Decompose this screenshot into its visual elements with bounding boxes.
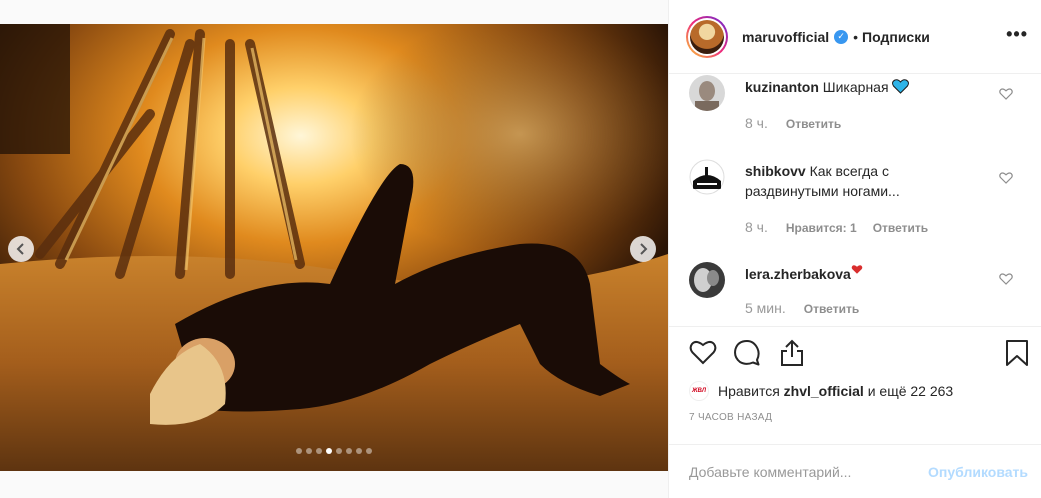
comment-input[interactable] [689, 463, 929, 480]
like-comment-button[interactable] [999, 272, 1013, 290]
carousel-dot [306, 448, 312, 454]
carousel-dot [336, 448, 342, 454]
author-username[interactable]: maruvofficial [742, 29, 829, 45]
comment-button[interactable] [733, 339, 761, 372]
next-slide-button[interactable] [630, 236, 656, 262]
verified-badge-icon: ✓ [834, 29, 849, 44]
comment-bubble-icon [734, 340, 760, 366]
post-page: maruvofficial ✓ • Подписки ••• kuzinanto… [0, 0, 1041, 498]
chevron-right-icon [640, 243, 648, 255]
reply-button[interactable]: Ответить [786, 117, 841, 131]
liker-username[interactable]: zhvl_official [784, 383, 864, 399]
carousel-dot [296, 448, 302, 454]
comment-likes-link[interactable]: Нравится: 1 [786, 221, 857, 235]
previous-slide-button[interactable] [8, 236, 34, 262]
post-timestamp[interactable]: 7 ЧАСОВ НАЗАД [689, 412, 772, 423]
comments-list: kuzinanton Шикарная 8 ч. Ответить shibko… [669, 75, 1041, 325]
likes-summary: ЖВЛ Нравится zhvl_official и ещё 22 263 [689, 381, 953, 401]
liker-avatar[interactable]: ЖВЛ [689, 381, 709, 401]
commenter-avatar[interactable] [689, 75, 725, 111]
red-heart-icon [851, 265, 863, 274]
comment-time[interactable]: 5 мин. [745, 300, 786, 316]
comment-time[interactable]: 8 ч. [745, 219, 768, 235]
like-comment-button[interactable] [999, 171, 1013, 189]
carousel-dot [346, 448, 352, 454]
heart-outline-icon [999, 88, 1013, 100]
post-header: maruvofficial ✓ • Подписки ••• [669, 0, 1041, 74]
comment-meta: 5 мин. Ответить [745, 300, 875, 316]
reply-button[interactable]: Ответить [873, 221, 928, 235]
following-button[interactable]: Подписки [862, 29, 930, 45]
action-bar [669, 326, 1041, 386]
commenter-avatar[interactable] [689, 262, 725, 298]
heart-icon [689, 341, 717, 365]
bookmark-icon [1006, 340, 1028, 366]
save-button[interactable] [1005, 339, 1029, 372]
likes-prefix: Нравится [718, 383, 780, 399]
comment-meta: 8 ч. Нравится: 1 Ответить [745, 219, 944, 235]
comment-meta: 8 ч. Ответить [745, 115, 857, 131]
like-comment-button[interactable] [999, 87, 1013, 105]
post-photo[interactable] [0, 24, 668, 471]
comment-time[interactable]: 8 ч. [745, 115, 768, 131]
author-avatar-image [690, 19, 724, 54]
add-comment-bar: Опубликовать [669, 444, 1041, 498]
carousel-dot [326, 448, 332, 454]
share-icon [781, 339, 803, 366]
comment-text: Шикарная [822, 79, 889, 95]
publish-button[interactable]: Опубликовать [928, 464, 1028, 480]
comment-username[interactable]: kuzinanton [745, 79, 819, 95]
comment-username[interactable]: lera.zherbakova [745, 266, 851, 282]
bonfire-photo [0, 24, 668, 471]
carousel-dot [316, 448, 322, 454]
carousel-indicator [0, 448, 668, 454]
likes-count[interactable]: и ещё 22 263 [868, 383, 954, 399]
carousel-dot [356, 448, 362, 454]
post-sidebar: maruvofficial ✓ • Подписки ••• kuzinanto… [668, 0, 1041, 498]
author-avatar[interactable] [686, 15, 728, 58]
commenter-avatar[interactable] [689, 159, 725, 195]
reply-button[interactable]: Ответить [804, 302, 859, 316]
carousel-dot [366, 448, 372, 454]
chevron-left-icon [16, 243, 24, 255]
blue-heart-icon [892, 79, 910, 94]
like-button[interactable] [689, 339, 717, 370]
separator-dot: • [853, 28, 859, 45]
heart-outline-icon [999, 273, 1013, 285]
comment-username[interactable]: shibkovv [745, 163, 806, 179]
share-button[interactable] [779, 339, 805, 372]
more-options-icon[interactable]: ••• [1006, 24, 1028, 45]
heart-outline-icon [999, 172, 1013, 184]
